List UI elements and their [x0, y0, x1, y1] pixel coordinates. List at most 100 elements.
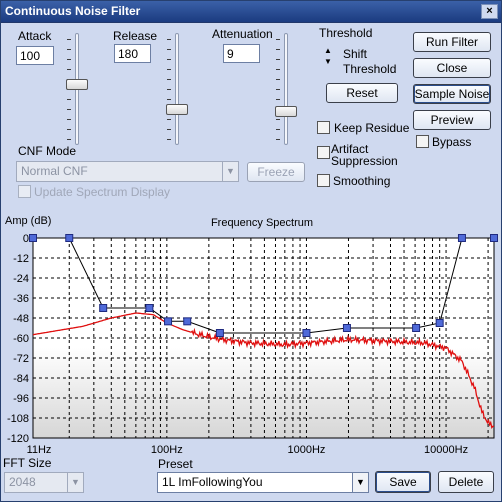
threshold-point[interactable] — [99, 304, 108, 312]
slider-tick — [67, 129, 71, 130]
y-tick-label: -24 — [13, 273, 29, 285]
slider-tick — [167, 89, 171, 90]
y-axis-label: Amp (dB) — [5, 215, 51, 227]
attenuation-input[interactable]: 9 — [223, 44, 260, 63]
freeze-button: Freeze — [247, 162, 305, 182]
save-button[interactable]: Save — [375, 471, 431, 493]
keep-residue-label: Keep Residue — [334, 121, 410, 135]
y-tick-label: -72 — [13, 353, 29, 365]
chevron-down-icon: ▼ — [222, 162, 238, 181]
slider-tick — [167, 129, 171, 130]
slider-tick — [167, 39, 171, 40]
attenuation-label: Attenuation — [212, 27, 273, 41]
x-tick-label: 1000Hz — [287, 444, 325, 456]
threshold-point[interactable] — [29, 234, 37, 242]
slider-tick — [167, 69, 171, 70]
slider-tick — [167, 59, 171, 60]
slider-tick — [67, 69, 71, 70]
keep-residue-checkbox[interactable] — [317, 121, 330, 134]
chevron-down-icon: ▼ — [67, 473, 83, 492]
preset-select[interactable]: 1L ImFollowingYou ▼ — [157, 472, 369, 493]
threshold-point[interactable] — [164, 317, 173, 326]
fft-size-label: FFT Size — [3, 456, 52, 470]
threshold-point[interactable] — [183, 317, 192, 326]
threshold-point[interactable] — [65, 234, 74, 242]
y-tick-label: -36 — [13, 293, 29, 305]
cnf-mode-value: Normal CNF — [21, 164, 88, 178]
x-tick-label: 11Hz — [27, 444, 52, 456]
threshold-point[interactable] — [342, 324, 351, 332]
attenuation-slider-track[interactable] — [284, 33, 288, 145]
suppression-label: Suppression — [331, 154, 398, 168]
y-tick-label: -96 — [13, 393, 29, 405]
bypass-checkbox[interactable] — [416, 135, 429, 148]
release-slider-thumb[interactable] — [166, 104, 188, 115]
attack-input[interactable]: 100 — [16, 46, 54, 65]
slider-tick — [67, 119, 71, 120]
release-input[interactable]: 180 — [114, 44, 151, 63]
chevron-down-icon[interactable]: ▼ — [352, 473, 368, 492]
preset-label: Preset — [158, 457, 193, 471]
slider-tick — [67, 59, 71, 60]
attack-label: Attack — [18, 29, 52, 43]
shift-label: Shift — [343, 47, 368, 61]
smoothing-checkbox[interactable] — [317, 174, 330, 187]
slider-tick — [67, 49, 71, 50]
cnf-mode-select: Normal CNF ▼ — [16, 161, 239, 182]
attack-slider-thumb[interactable] — [66, 79, 88, 90]
y-tick-label: -84 — [13, 373, 29, 385]
slider-tick — [276, 49, 280, 50]
slider-tick — [276, 59, 280, 60]
y-tick-label: -48 — [13, 313, 29, 325]
y-tick-label: -108 — [7, 413, 29, 425]
shift-threshold-spin-icon[interactable]: ▲ ▼ — [321, 45, 335, 73]
threshold-point[interactable] — [302, 329, 311, 337]
y-tick-label: -60 — [13, 333, 29, 345]
release-label: Release — [113, 29, 158, 43]
slider-tick — [276, 69, 280, 70]
threshold-point[interactable] — [457, 234, 466, 242]
chart-title: Frequency Spectrum — [211, 217, 313, 229]
release-slider-track[interactable] — [175, 33, 179, 145]
slider-tick — [276, 99, 280, 100]
smoothing-label: Smoothing — [333, 174, 391, 188]
release-slider-ticks — [167, 39, 171, 140]
cnf-mode-label: CNF Mode — [18, 144, 77, 158]
slider-tick — [276, 119, 280, 120]
slider-tick — [67, 39, 71, 40]
slider-tick — [276, 79, 280, 80]
attenuation-slider-ticks — [276, 39, 280, 140]
attenuation-slider-thumb[interactable] — [275, 106, 297, 117]
threshold-point[interactable] — [435, 319, 444, 327]
preview-button[interactable]: Preview — [413, 110, 491, 130]
update-spectrum-checkbox — [18, 185, 31, 198]
slider-tick — [67, 99, 71, 100]
slider-tick — [67, 109, 71, 110]
slider-tick — [276, 129, 280, 130]
preset-value: 1L ImFollowingYou — [162, 475, 263, 489]
threshold-label: Threshold — [319, 26, 373, 40]
slider-tick — [276, 139, 280, 140]
frequency-spectrum-chart[interactable]: Amp (dB) Frequency Spectrum 0 -12 -24 -36 -4… — [1, 209, 502, 457]
slider-tick — [276, 89, 280, 90]
close-button[interactable]: Close — [413, 58, 491, 78]
threshold-point[interactable] — [145, 304, 154, 312]
delete-button[interactable]: Delete — [438, 471, 494, 493]
y-tick-labels: 0-12-24-36-48-60-72-84-96-108-120 — [7, 233, 29, 445]
slider-tick — [167, 99, 171, 100]
threshold-point[interactable] — [215, 329, 224, 337]
x-tick-label: 100Hz — [151, 444, 183, 456]
threshold-point[interactable] — [490, 234, 498, 242]
fft-size-select: 2048 ▼ — [4, 472, 84, 493]
sample-noise-button[interactable]: Sample Noise — [413, 84, 491, 104]
reset-button[interactable]: Reset — [326, 83, 398, 103]
artifact-suppression-checkbox[interactable] — [317, 146, 330, 159]
window-close-button[interactable]: × — [481, 4, 498, 19]
bypass-label: Bypass — [432, 135, 472, 149]
run-filter-button[interactable]: Run Filter — [413, 32, 491, 52]
slider-tick — [167, 139, 171, 140]
slider-tick — [167, 79, 171, 80]
threshold-point[interactable] — [412, 324, 421, 332]
x-tick-labels: 11Hz 100Hz 1000Hz 10000Hz — [27, 444, 469, 456]
noise-filter-window: Continuous Noise Filter × Attack 100 Rel… — [0, 0, 502, 502]
